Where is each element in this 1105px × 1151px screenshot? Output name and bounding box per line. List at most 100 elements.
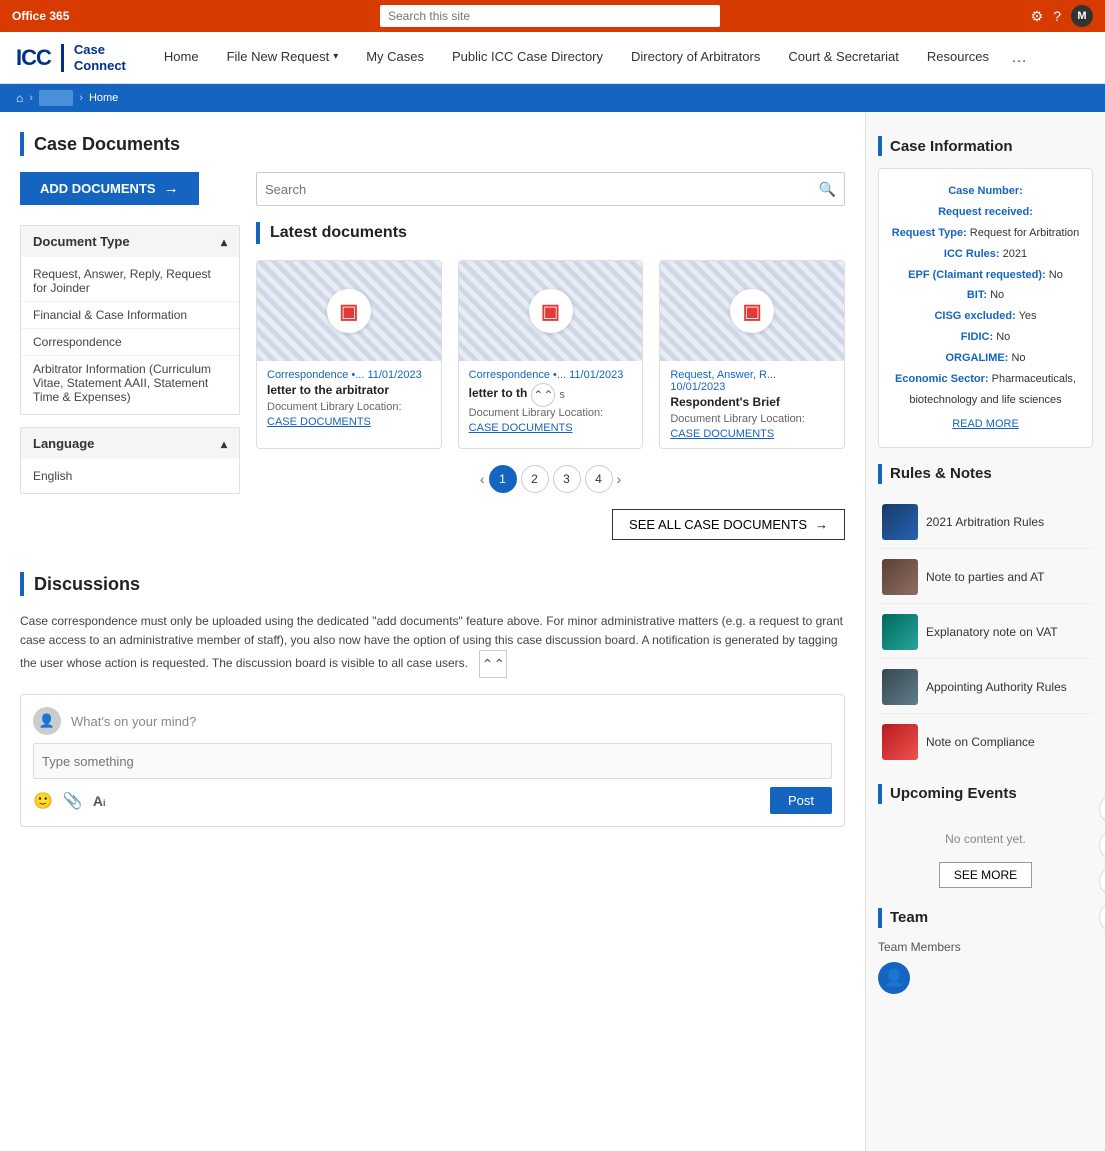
doc-card-img-3: ▣ bbox=[660, 261, 844, 361]
upcoming-eye-icon[interactable]: 👁 bbox=[1099, 866, 1105, 896]
nav-directory-arbitrators[interactable]: Directory of Arbitrators bbox=[617, 32, 774, 84]
case-info-bar bbox=[878, 136, 882, 156]
rules-notes-bar bbox=[878, 464, 882, 484]
docs-content: 🔍 Latest documents ▣ bbox=[256, 172, 845, 564]
collapse-discussions-button[interactable]: ⌃⌃ bbox=[479, 650, 507, 678]
language-header[interactable]: Language ▴ bbox=[21, 428, 239, 459]
doc-card-location-link-1[interactable]: CASE DOCUMENTS bbox=[267, 416, 371, 428]
whats-on-your-mind: What's on your mind? bbox=[71, 714, 196, 729]
doc-card-body-3: Request, Answer, R... 10/01/2023 Respond… bbox=[660, 361, 844, 448]
doc-card-img-1: ▣ bbox=[257, 261, 441, 361]
comment-input[interactable] bbox=[33, 743, 832, 779]
rules-thumb-2 bbox=[882, 559, 918, 595]
case-info-title: Case Information bbox=[890, 138, 1013, 155]
case-info-section-header: Case Information bbox=[878, 136, 1093, 156]
doc-card-3[interactable]: ▣ Request, Answer, R... 10/01/2023 Respo… bbox=[659, 260, 845, 449]
post-button[interactable]: Post bbox=[770, 787, 832, 814]
nav-more-icon[interactable]: … bbox=[1003, 49, 1035, 67]
filter-item[interactable]: Request, Answer, Reply, Request for Join… bbox=[21, 261, 239, 302]
see-more-button[interactable]: SEE MORE bbox=[939, 862, 1032, 888]
help-icon[interactable]: ? bbox=[1053, 8, 1061, 24]
doc-card-location-link-2[interactable]: CASE DOCUMENTS bbox=[469, 422, 573, 434]
see-all-case-documents-button[interactable]: SEE ALL CASE DOCUMENTS → bbox=[612, 509, 845, 540]
filter-sidebar: ADD DOCUMENTS → Document Type ▴ Request,… bbox=[20, 172, 240, 564]
page-4-button[interactable]: 4 bbox=[585, 465, 613, 493]
section-bar bbox=[20, 132, 24, 156]
filter-item[interactable]: Arbitrator Information (Curriculum Vitae… bbox=[21, 356, 239, 410]
attach-icon[interactable]: 📎 bbox=[63, 791, 83, 811]
doc-card-title-1: letter to the arbitrator bbox=[267, 383, 431, 397]
breadcrumb: ⌂ › › Home bbox=[0, 84, 1105, 112]
docs-search-input[interactable] bbox=[265, 182, 819, 197]
nav-my-cases[interactable]: My Cases bbox=[352, 32, 438, 84]
upcoming-settings-icon[interactable]: ⚙ bbox=[1099, 902, 1105, 932]
page-1-button[interactable]: 1 bbox=[489, 465, 517, 493]
case-documents-title: Case Documents bbox=[34, 134, 180, 155]
filter-item[interactable]: Financial & Case Information bbox=[21, 302, 239, 329]
language-filter: Language ▴ English bbox=[20, 427, 240, 494]
pdf-symbol-3: ▣ bbox=[743, 299, 762, 324]
doc-card-type-3: Request, Answer, R... 10/01/2023 bbox=[670, 369, 834, 393]
upcoming-star-icon[interactable]: ☆ bbox=[1099, 830, 1105, 860]
upcoming-search-icon[interactable]: 🔍 bbox=[1099, 794, 1105, 824]
team-avatar[interactable]: 👤 bbox=[878, 962, 910, 994]
font-icon[interactable]: Ai bbox=[93, 793, 106, 809]
see-all-container: SEE ALL CASE DOCUMENTS → bbox=[256, 509, 845, 540]
nav-court-secretariat[interactable]: Court & Secretariat bbox=[774, 32, 913, 84]
rules-item-5[interactable]: Note on Compliance bbox=[878, 716, 1093, 768]
rules-item-1[interactable]: 2021 Arbitration Rules bbox=[878, 496, 1093, 549]
doc-card-body-2: Correspondence •... 11/01/2023 letter to… bbox=[459, 361, 643, 442]
navbar: ICC CaseConnect Home File New Request ▾ … bbox=[0, 32, 1105, 84]
rules-item-title-5: Note on Compliance bbox=[926, 735, 1035, 749]
emoji-icon[interactable]: 🙂 bbox=[33, 791, 53, 811]
read-more-link[interactable]: READ MORE bbox=[891, 415, 1080, 435]
arrow-right-icon: → bbox=[164, 180, 179, 197]
bit-label: BIT: bbox=[967, 289, 987, 301]
rules-list: 2021 Arbitration Rules Note to parties a… bbox=[878, 496, 1093, 768]
rules-item-3[interactable]: Explanatory note on VAT bbox=[878, 606, 1093, 659]
doc-card-location-link-3[interactable]: CASE DOCUMENTS bbox=[670, 428, 774, 440]
request-type-label: Request Type: bbox=[892, 227, 967, 239]
rules-item-4[interactable]: Appointing Authority Rules bbox=[878, 661, 1093, 714]
nav-public-icc[interactable]: Public ICC Case Directory bbox=[438, 32, 617, 84]
next-page-button[interactable]: › bbox=[617, 471, 622, 487]
gear-icon[interactable]: ⚙ bbox=[1031, 8, 1044, 25]
pdf-symbol-2: ▣ bbox=[541, 299, 560, 324]
nav-home[interactable]: Home bbox=[150, 32, 213, 84]
language-item-english[interactable]: English bbox=[21, 463, 239, 489]
doc-card-2[interactable]: ▣ Correspondence •... 11/01/2023 letter … bbox=[458, 260, 644, 449]
document-type-header[interactable]: Document Type ▴ bbox=[21, 226, 239, 257]
avatar[interactable]: M bbox=[1071, 5, 1093, 27]
discussions-title: Discussions bbox=[34, 574, 140, 595]
latest-title: Latest documents bbox=[270, 224, 407, 242]
pdf-icon-1: ▣ bbox=[327, 289, 371, 333]
home-icon[interactable]: ⌂ bbox=[16, 91, 23, 105]
expand-icon-2[interactable]: ⌃⌃ bbox=[531, 383, 555, 407]
doc-card-location-label-3: Document Library Location: bbox=[670, 413, 834, 425]
discussions-bar bbox=[20, 572, 24, 596]
right-panel: 👤 🔍 ☆ 👁 ⚙ Case Information Case Number: … bbox=[865, 112, 1105, 1151]
discussions-header: Discussions bbox=[20, 572, 845, 596]
filter-item[interactable]: Correspondence bbox=[21, 329, 239, 356]
upcoming-events-header: Upcoming Events bbox=[878, 784, 1093, 804]
search-input[interactable] bbox=[380, 5, 720, 27]
page-3-button[interactable]: 3 bbox=[553, 465, 581, 493]
page-2-button[interactable]: 2 bbox=[521, 465, 549, 493]
doc-card-img-2: ▣ bbox=[459, 261, 643, 361]
doc-card-1[interactable]: ▣ Correspondence •... 11/01/2023 letter … bbox=[256, 260, 442, 449]
office365-label: Office 365 bbox=[12, 9, 69, 23]
nav-resources[interactable]: Resources bbox=[913, 32, 1003, 84]
rules-item-2[interactable]: Note to parties and AT bbox=[878, 551, 1093, 604]
doc-card-body-1: Correspondence •... 11/01/2023 letter to… bbox=[257, 361, 441, 436]
request-received-label: Request received: bbox=[938, 206, 1033, 218]
logo: ICC CaseConnect bbox=[16, 42, 126, 73]
document-type-items: Request, Answer, Reply, Request for Join… bbox=[21, 257, 239, 414]
case-number-label: Case Number: bbox=[948, 185, 1023, 197]
discussions-body: Case correspondence must only be uploade… bbox=[20, 612, 845, 678]
add-documents-button[interactable]: ADD DOCUMENTS → bbox=[20, 172, 199, 205]
nav-file-new-request[interactable]: File New Request ▾ bbox=[213, 32, 353, 84]
rules-thumb-5 bbox=[882, 724, 918, 760]
prev-page-button[interactable]: ‹ bbox=[480, 471, 485, 487]
upcoming-floating-icons: 🔍 ☆ 👁 ⚙ bbox=[1099, 794, 1105, 932]
bit-value: No bbox=[990, 289, 1004, 301]
